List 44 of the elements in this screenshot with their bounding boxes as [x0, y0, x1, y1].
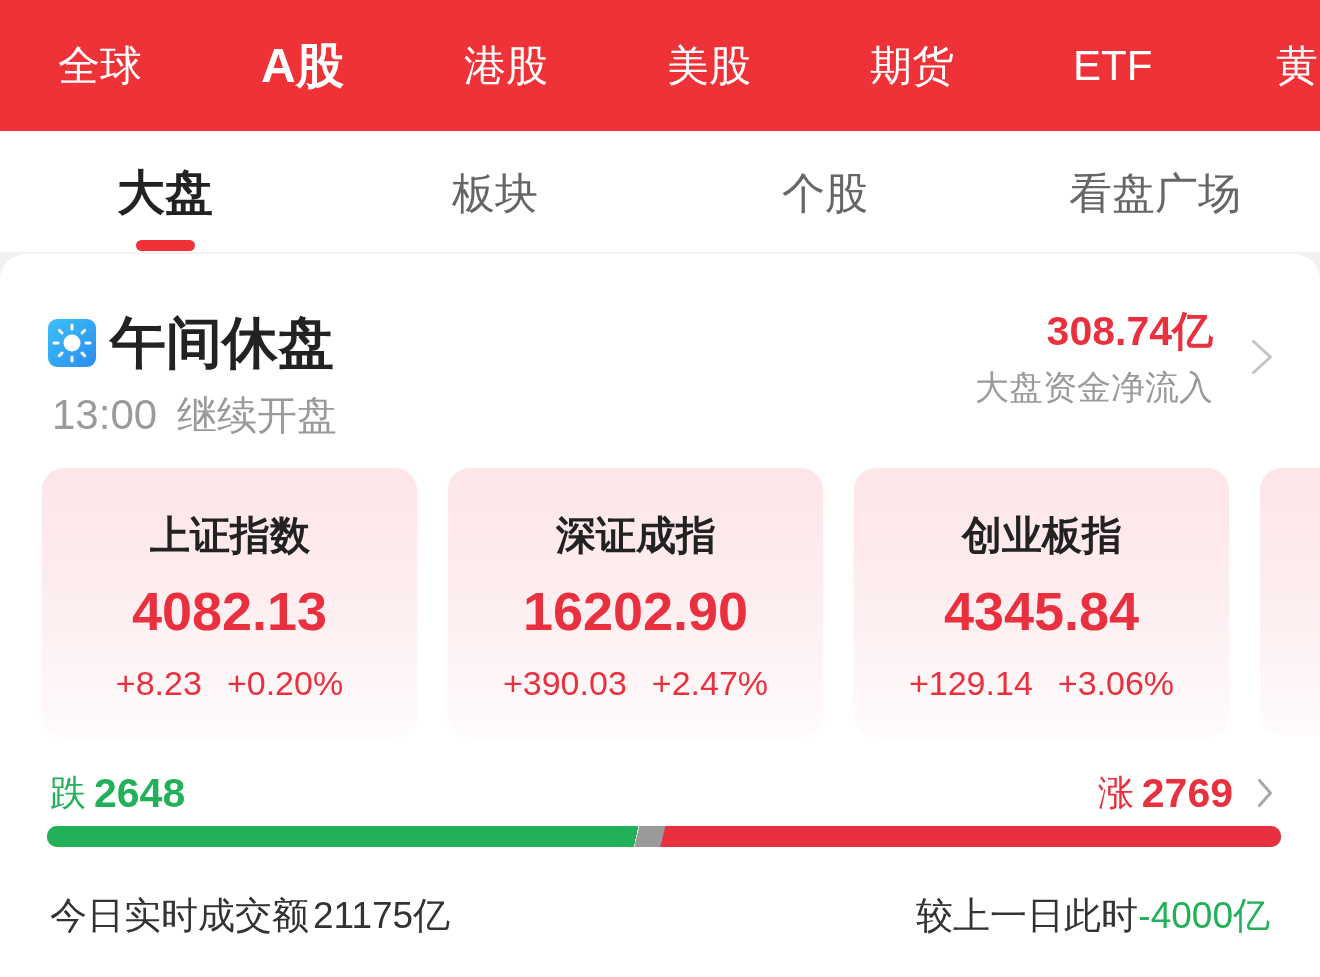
index-value: 4345.84	[943, 580, 1140, 643]
index-value: 16202.90	[522, 580, 749, 643]
chevron-right-icon[interactable]	[1258, 779, 1272, 807]
index-change-percent: +2.47%	[651, 663, 769, 703]
section-tab[interactable]: 个股	[782, 169, 868, 217]
turnover-label: 今日实时成交额	[50, 894, 309, 938]
index-card[interactable]: 深证成指 16202.90 +390.03 +2.47%	[448, 468, 823, 735]
breadth-label: 跌	[50, 771, 86, 815]
section-tab[interactable]: 大盘	[117, 169, 213, 251]
market-tab[interactable]: 全球	[58, 40, 142, 91]
turnover-value: 21175亿	[313, 894, 451, 938]
index-change-percent: +3.06%	[1057, 663, 1175, 703]
index-card[interactable]: 创业板指 4345.84 +129.14 +3.06%	[854, 468, 1229, 735]
index-name: 深证成指	[555, 512, 716, 559]
market-tab[interactable]: ETF	[1073, 40, 1153, 91]
comparison-value: -4000亿	[1138, 894, 1270, 938]
selected-tab-underline	[135, 240, 195, 251]
market-tab[interactable]: 黄	[1276, 40, 1318, 91]
net-inflow-value: 308.74亿	[1046, 307, 1213, 355]
index-value: 4082.13	[131, 580, 328, 643]
sun-icon	[48, 319, 96, 367]
index-card[interactable]: 上证指数 4082.13 +8.23 +0.20%	[42, 468, 417, 735]
index-change: +8.23	[115, 663, 202, 703]
market-tab[interactable]: 期货	[870, 40, 954, 91]
session-status-title: 午间休盘	[110, 313, 334, 373]
net-inflow-label: 大盘资金净流入	[975, 367, 1213, 407]
breadth-count: 2769	[1141, 771, 1233, 815]
index-change: +390.03	[502, 663, 627, 703]
breadth-label: 涨	[1097, 771, 1134, 815]
index-change-percent: +0.20%	[226, 663, 344, 703]
index-name: 创业板指	[961, 512, 1122, 559]
index-change: +129.14	[908, 663, 1033, 703]
section-tab[interactable]: 板块	[452, 169, 538, 217]
section-tab[interactable]: 看盘广场	[1069, 169, 1241, 217]
breadth-count: 2648	[94, 771, 186, 815]
partial-index-card[interactable]	[1260, 468, 1320, 735]
market-tab[interactable]: A股	[261, 37, 344, 94]
index-name: 上证指数	[149, 512, 310, 559]
market-tab[interactable]: 美股	[667, 40, 751, 91]
resume-time: 13:00	[52, 390, 158, 440]
market-tab[interactable]: 港股	[464, 40, 548, 91]
resume-label: 继续开盘	[177, 392, 338, 439]
chevron-right-icon[interactable]	[1252, 340, 1272, 374]
comparison-label: 较上一日此时	[916, 894, 1139, 938]
